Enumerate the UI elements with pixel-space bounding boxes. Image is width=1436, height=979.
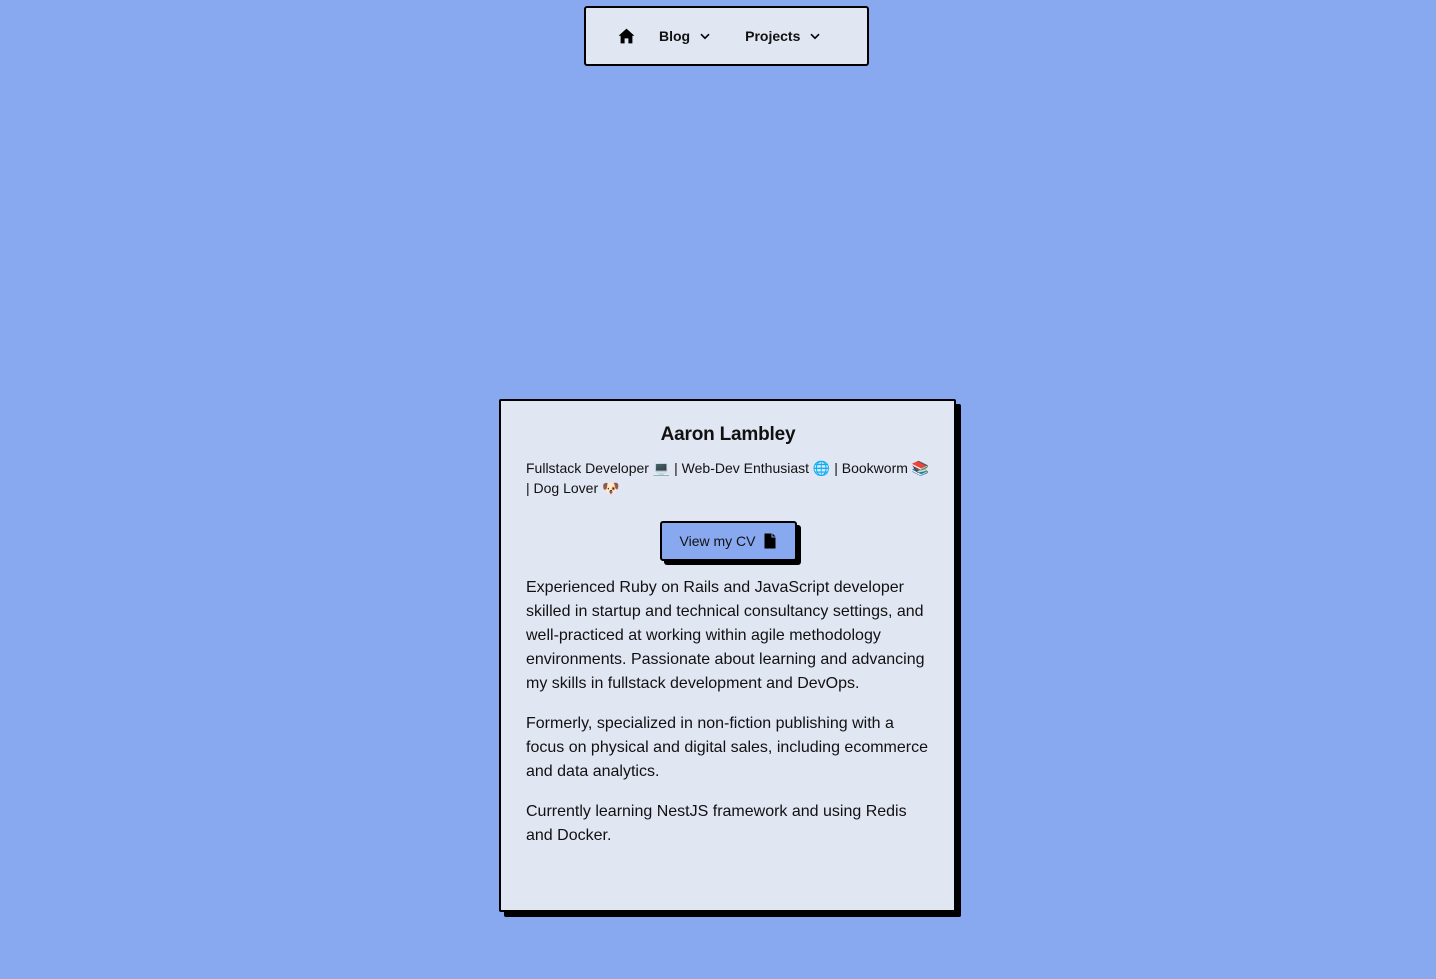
document-icon	[764, 533, 776, 549]
nav-blog-dropdown[interactable]: Blog	[659, 28, 711, 44]
profile-card: Aaron Lambley Fullstack Developer 💻 | We…	[499, 399, 956, 912]
view-cv-label: View my CV	[679, 533, 756, 549]
nav-projects-dropdown[interactable]: Projects	[745, 28, 821, 44]
chevron-down-icon	[809, 30, 821, 42]
nav-projects-label: Projects	[745, 28, 801, 44]
bio-paragraph: Experienced Ruby on Rails and JavaScript…	[526, 579, 925, 692]
profile-name: Aaron Lambley	[660, 424, 796, 445]
top-navigation: Blog Projects	[584, 6, 869, 66]
home-icon	[618, 28, 635, 44]
bio-paragraph: Currently learning NestJS framework and …	[526, 803, 907, 844]
view-cv-button[interactable]: View my CV	[659, 521, 797, 561]
home-link[interactable]	[616, 26, 636, 46]
bio-paragraph: Formerly, specialized in non-fiction pub…	[526, 715, 928, 780]
profile-tagline: Fullstack Developer 💻 | Web-Dev Enthusia…	[526, 460, 930, 496]
cv-button-wrapper: View my CV	[526, 521, 930, 561]
nav-blog-label: Blog	[659, 28, 691, 44]
chevron-down-icon	[699, 30, 711, 42]
